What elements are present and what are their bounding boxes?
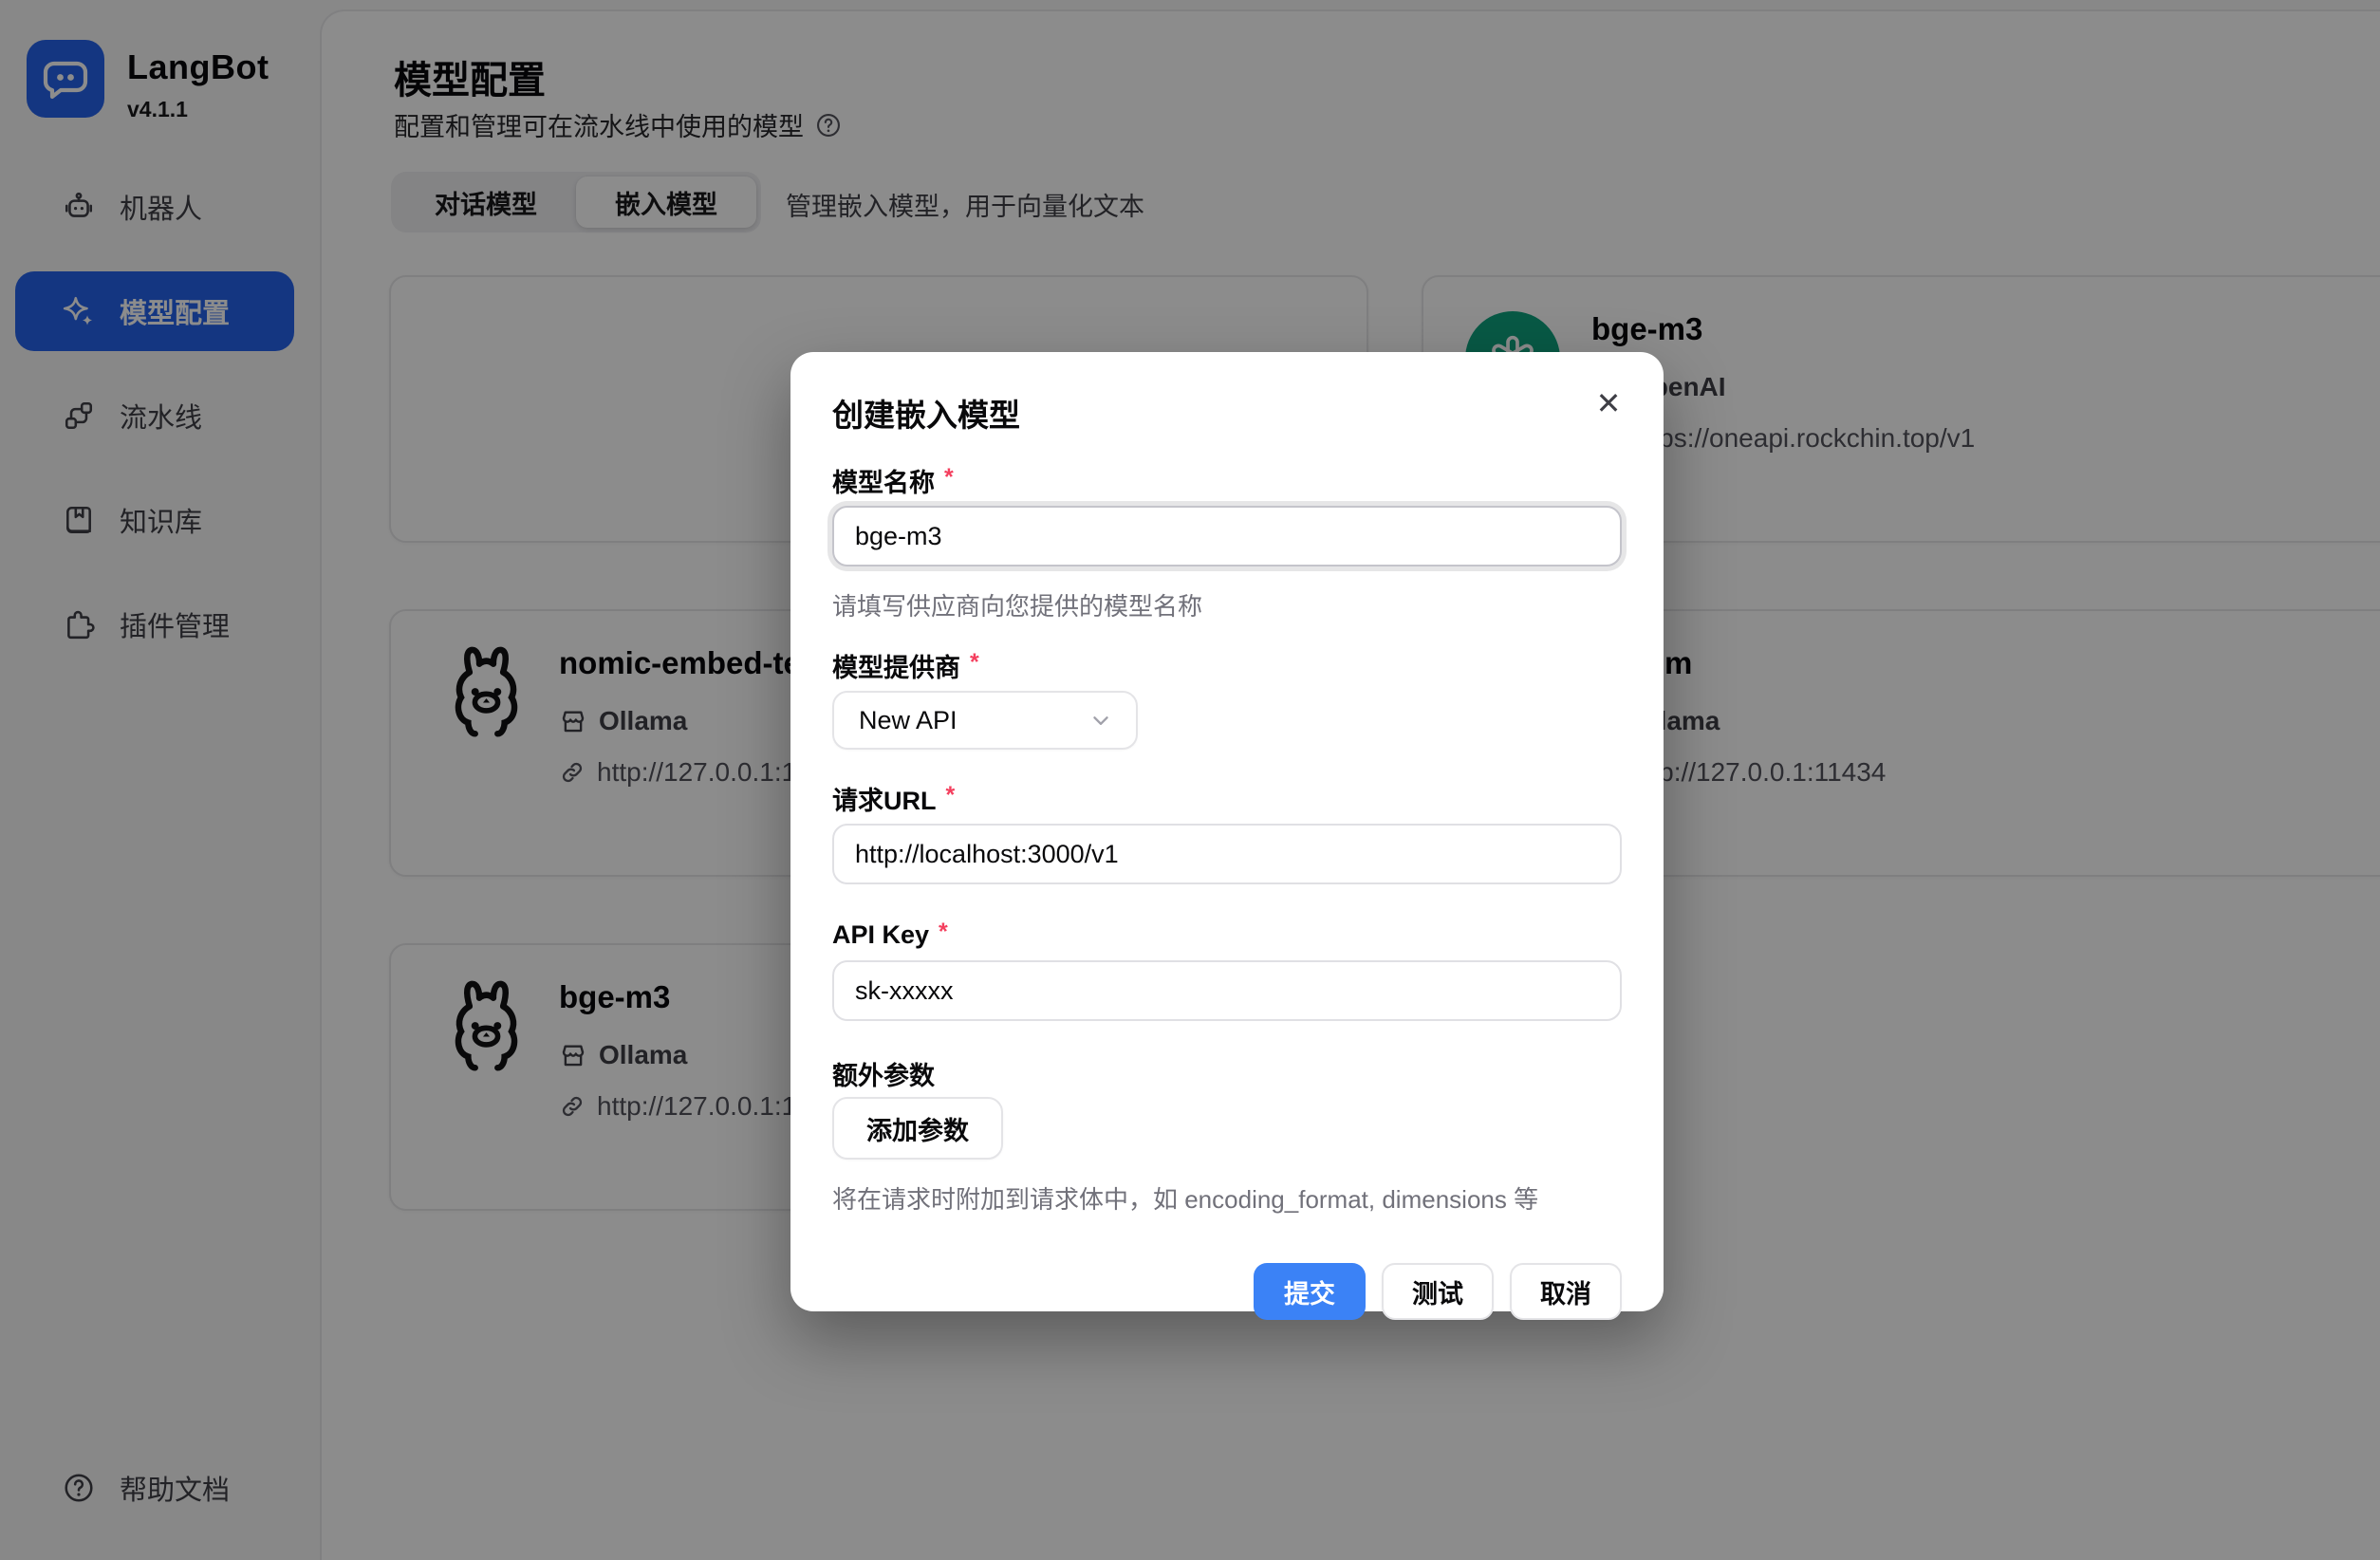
api-key-label: API Key * (832, 919, 1622, 951)
add-param-button[interactable]: 添加参数 (832, 1097, 1003, 1160)
extra-params-helper: 将在请求时附加到请求体中，如 encoding_format, dimensio… (832, 1180, 1622, 1216)
test-button[interactable]: 测试 (1382, 1263, 1494, 1320)
request-url-input[interactable] (832, 824, 1622, 884)
model-name-input[interactable] (832, 506, 1622, 566)
required-asterisk: * (939, 919, 948, 946)
create-embedding-model-dialog: ✕ 创建嵌入模型 模型名称 * 请填写供应商向您提供的模型名称 模型提供商 * … (790, 352, 1664, 1311)
selected-provider: New API (859, 706, 958, 735)
close-icon[interactable]: ✕ (1586, 381, 1631, 426)
required-asterisk: * (946, 782, 956, 809)
required-asterisk: * (970, 649, 979, 677)
api-key-input[interactable] (832, 960, 1622, 1021)
extra-params-label: 额外参数 (832, 1057, 1622, 1089)
dialog-actions: 提交 测试 取消 (832, 1263, 1622, 1320)
model-name-helper: 请填写供应商向您提供的模型名称 (832, 587, 1622, 622)
langbot-app: LangBot v4.1.1 机器人 (0, 0, 2380, 1560)
model-provider-select[interactable]: New API (832, 691, 1138, 750)
model-name-label: 模型名称 * (832, 464, 1622, 496)
cancel-button[interactable]: 取消 (1510, 1263, 1622, 1320)
model-provider-label: 模型提供商 * (832, 649, 1622, 681)
required-asterisk: * (944, 464, 954, 492)
submit-button[interactable]: 提交 (1254, 1263, 1366, 1320)
chevron-down-icon (1088, 708, 1113, 733)
request-url-label: 请求URL * (832, 782, 1622, 814)
dialog-title: 创建嵌入模型 (832, 352, 1622, 436)
